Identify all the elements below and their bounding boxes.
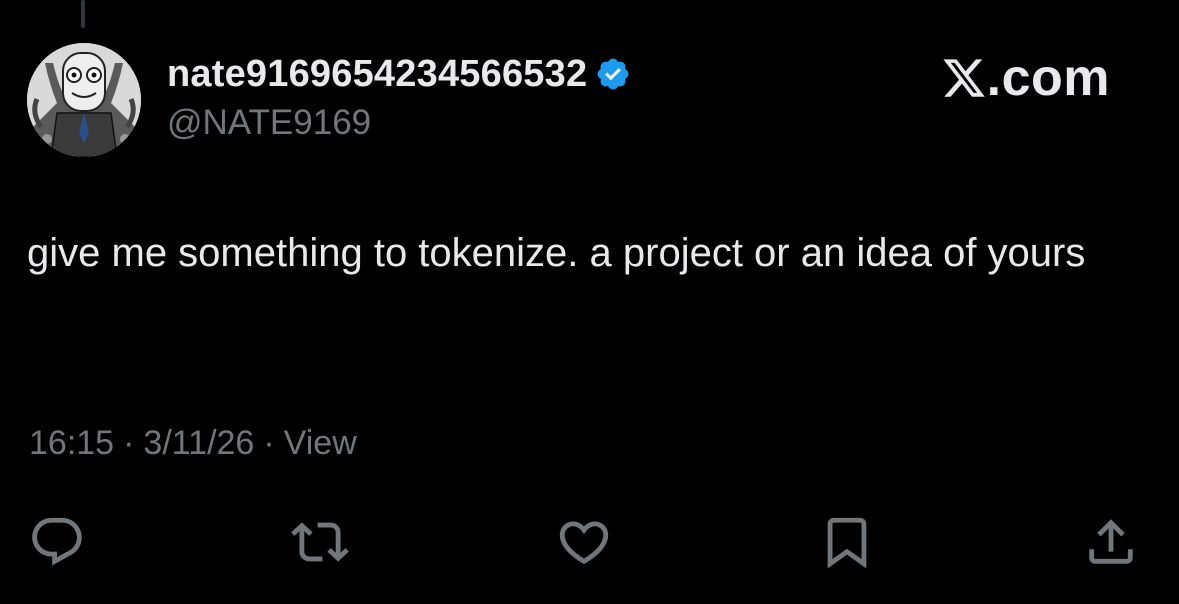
brand-domain-text: .com bbox=[986, 49, 1110, 107]
thread-connector-line bbox=[81, 0, 85, 28]
reply-icon bbox=[32, 517, 82, 566]
tweet-date[interactable]: 3/11/26 bbox=[143, 424, 254, 463]
retweet-icon bbox=[291, 522, 349, 562]
meta-separator: · bbox=[263, 424, 275, 462]
bookmark-button[interactable] bbox=[815, 510, 879, 574]
retweet-button[interactable] bbox=[288, 510, 352, 574]
tweet-action-bar bbox=[0, 510, 1179, 574]
tweet-metadata: 16:15 · 3/11/26 · View bbox=[29, 424, 357, 463]
meta-separator: · bbox=[123, 424, 135, 462]
tweet-time[interactable]: 16:15 bbox=[29, 424, 114, 463]
author-name-row[interactable]: nate9169654234566532 bbox=[167, 52, 631, 96]
tweet-body-text: give me something to tokenize. a project… bbox=[27, 231, 1086, 275]
author-display-name[interactable]: nate9169654234566532 bbox=[167, 53, 587, 96]
x-brand-logo: .com bbox=[941, 49, 1110, 107]
bookmark-icon bbox=[827, 517, 867, 569]
share-icon bbox=[1089, 519, 1133, 564]
author-handle[interactable]: @NATE9169 bbox=[167, 103, 371, 143]
reply-button[interactable] bbox=[25, 510, 89, 574]
like-button[interactable] bbox=[552, 510, 616, 574]
verified-badge-icon bbox=[595, 56, 631, 92]
views-link[interactable]: View bbox=[284, 424, 357, 463]
like-icon bbox=[559, 521, 609, 565]
x-logo-icon bbox=[941, 55, 987, 101]
avatar[interactable] bbox=[27, 43, 141, 157]
share-button[interactable] bbox=[1079, 510, 1143, 574]
avatar-image bbox=[27, 43, 141, 157]
